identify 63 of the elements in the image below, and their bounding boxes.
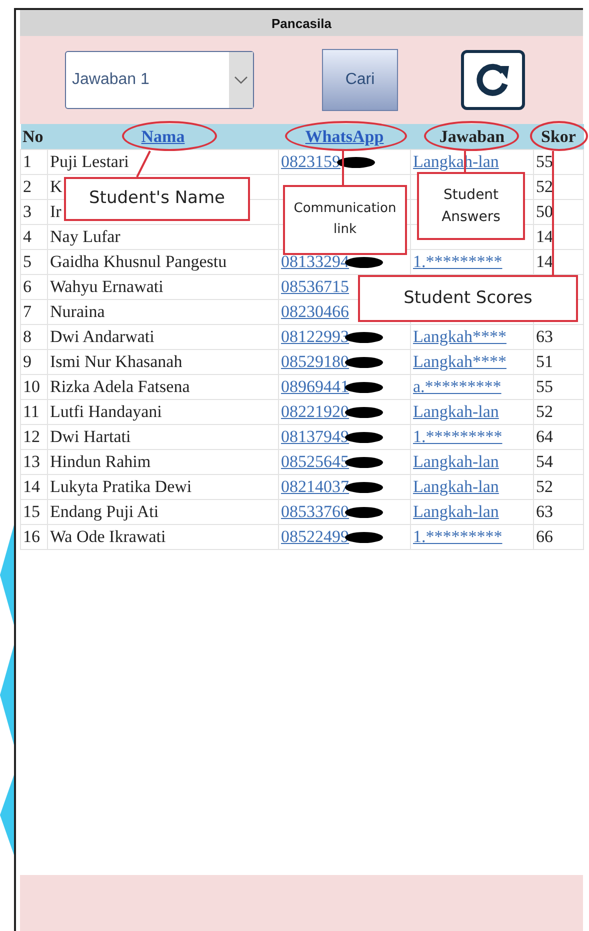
table-cell: Hindun Rahim — [50, 452, 151, 471]
table-cell: 1 — [23, 152, 32, 171]
column-header-label: Jawaban — [439, 126, 505, 146]
table-cell: 51 — [536, 352, 553, 371]
column-header-link[interactable]: Nama — [141, 126, 185, 146]
table-cell: Dwi Andarwati — [50, 327, 154, 346]
table-cell: 50 — [536, 202, 553, 221]
table-cell: 9 — [23, 352, 32, 371]
table-cell: Endang Puji Ati — [50, 502, 159, 521]
table-cell: Ir — [50, 202, 62, 221]
table-cell: Gaidha Khusnul Pangestu — [50, 252, 227, 271]
highlight-ellipse — [530, 121, 588, 151]
table-cell: 55 — [536, 152, 553, 171]
table-cell: 64 — [536, 427, 553, 446]
table-cell: Rizka Adela Fatsena — [50, 377, 190, 396]
table-cell: 8 — [23, 327, 32, 346]
callout-box: Student's Name — [64, 177, 250, 221]
window-title: Pancasila — [272, 16, 332, 30]
table-cell: 16 — [23, 527, 40, 546]
table-cell: 15 — [23, 502, 40, 521]
chevron-down-icon — [234, 76, 248, 84]
table-cell: Wa Ode Ikrawati — [50, 527, 166, 546]
table-cell: 52 — [536, 177, 553, 196]
table-cell: Ismi Nur Khasanah — [50, 352, 182, 371]
table-cell: Wahyu Ernawati — [50, 277, 164, 296]
leader-line — [136, 150, 151, 178]
table-cell: Dwi Hartati — [50, 427, 131, 446]
table-cell: Lutfi Handayani — [50, 402, 162, 421]
refresh-button[interactable] — [461, 50, 525, 110]
table-cell: 12 — [23, 427, 40, 446]
table-cell: K — [50, 177, 62, 196]
column-header-label: No — [22, 126, 44, 146]
column-header-label: Skor — [541, 126, 576, 146]
table-cell: Puji Lestari — [50, 152, 129, 171]
dropdown[interactable]: Jawaban 1 — [65, 51, 254, 109]
callout-box: Student Answers — [417, 172, 525, 240]
table-cell: 63 — [536, 502, 553, 521]
table-cell: 6 — [23, 277, 32, 296]
table-cell: Nuraina — [50, 302, 105, 321]
search-button[interactable]: Cari — [322, 49, 398, 111]
table-cell: 5 — [23, 252, 32, 271]
callout-box: Student Scores — [358, 275, 578, 322]
table-cell: 11 — [23, 402, 40, 421]
table-cell: 52 — [536, 477, 553, 496]
table-cell: 63 — [536, 327, 553, 346]
table-cell: 14 — [536, 252, 553, 271]
table-cell: 14 — [536, 227, 553, 246]
table-cell: 52 — [536, 402, 553, 421]
table-cell: 14 — [23, 477, 40, 496]
table-cell: 13 — [23, 452, 40, 471]
leader-line — [342, 151, 344, 185]
table-cell: 10 — [23, 377, 40, 396]
table-cell: 7 — [23, 302, 32, 321]
table-cell: 2 — [23, 177, 32, 196]
table-cell: Nay Lufar — [50, 227, 120, 246]
refresh-icon — [475, 62, 511, 98]
table-cell: 3 — [23, 202, 32, 221]
table-cell: 54 — [536, 452, 553, 471]
table-cell: 66 — [536, 527, 553, 546]
callout-box: Communication link — [283, 185, 407, 255]
table-cell: 55 — [536, 377, 553, 396]
table-cell: Lukyta Pratika Dewi — [50, 477, 192, 496]
table-cell: 4 — [23, 227, 32, 246]
